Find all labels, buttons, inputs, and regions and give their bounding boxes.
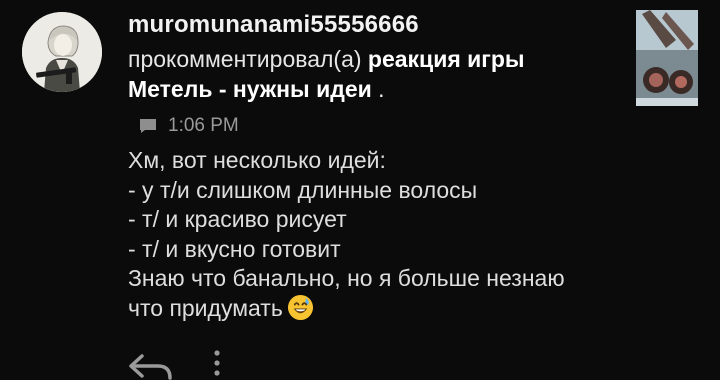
comment-last-line: что придумать — [128, 294, 688, 324]
reply-icon[interactable] — [128, 354, 174, 380]
username[interactable]: muromunanami55556666 — [128, 11, 419, 39]
user-avatar[interactable] — [22, 12, 102, 92]
comment-meta: 1:06 PM — [138, 114, 239, 138]
comment-icon — [140, 119, 156, 133]
comment-timestamp: 1:06 PM — [168, 115, 239, 136]
post-title-line1: реакция игры — [367, 46, 525, 72]
comment-line: Знаю что банально, но я больше незнаю — [128, 265, 565, 291]
notification-action-text: прокомментировал(а) реакция игры Метель -… — [128, 44, 608, 104]
comment-line: - у т/и слишком длинные волосы — [128, 176, 478, 203]
comment-line: - т/ и вкусно готовит — [128, 235, 341, 262]
post-title-line2: Метель - нужны идеи — [128, 76, 372, 102]
post-thumbnail[interactable] — [636, 10, 698, 106]
action-suffix: . — [371, 76, 385, 102]
comment-line: - т/ и красиво рисует — [128, 206, 347, 232]
action-verb: прокомментировал(а) — [128, 46, 362, 72]
comment-line: Хм, вот несколько идей: — [128, 147, 386, 173]
thumbnail-image — [636, 10, 698, 106]
grinning-face-with-sweat-icon — [287, 294, 313, 320]
comment-text: Хм, вот несколько идей: - у т/и слишком … — [128, 146, 688, 323]
notification-item[interactable]: muromunanami55556666 прокомментировал(а)… — [0, 0, 720, 380]
avatar-illustration — [22, 12, 102, 92]
comment-line: что придумать — [128, 294, 283, 321]
